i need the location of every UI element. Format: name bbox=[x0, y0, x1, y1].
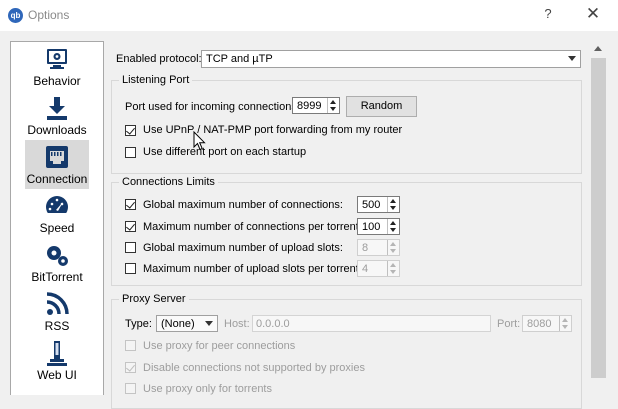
sidebar-item-label: Web UI bbox=[37, 368, 77, 382]
help-button[interactable]: ? bbox=[541, 6, 555, 21]
global-upload-slots-checkbox[interactable] bbox=[125, 242, 136, 253]
spin-down-icon bbox=[390, 228, 396, 232]
global-max-connections-spinbox[interactable]: 500 bbox=[357, 196, 400, 213]
spin-buttons[interactable] bbox=[387, 219, 399, 234]
proxy-port-label: Port: bbox=[497, 318, 521, 330]
proxy-host-value: 0.0.0.0 bbox=[256, 318, 290, 330]
spin-down-icon bbox=[390, 249, 396, 253]
sidebar-item-rss[interactable]: RSS bbox=[25, 287, 89, 336]
bittorrent-icon bbox=[47, 246, 68, 266]
port-value: 8999 bbox=[297, 100, 322, 112]
spin-down-icon bbox=[330, 107, 336, 111]
listening-port-title: Listening Port bbox=[119, 74, 193, 86]
sidebar-item-webui[interactable]: Web UI bbox=[25, 336, 89, 385]
upnp-checkbox[interactable] bbox=[125, 125, 136, 136]
proxy-type-select[interactable]: (None) bbox=[156, 315, 218, 332]
proxy-type-label: Type: bbox=[125, 318, 152, 330]
sidebar-item-label: Downloads bbox=[27, 123, 87, 137]
close-button[interactable]: ✕ bbox=[584, 4, 602, 24]
proxy-host-label: Host: bbox=[224, 318, 250, 330]
proxy-host-input[interactable]: 0.0.0.0 bbox=[252, 315, 491, 332]
spin-down-icon bbox=[390, 206, 396, 210]
connection-icon bbox=[46, 146, 68, 168]
protocol-select[interactable]: TCP and µTP bbox=[201, 50, 581, 68]
sidebar-item-downloads[interactable]: Downloads bbox=[25, 91, 89, 140]
spin-up-icon bbox=[390, 242, 396, 246]
random-port-button[interactable]: Random bbox=[346, 96, 417, 117]
qbittorrent-app-icon: qb bbox=[8, 8, 23, 23]
proxy-port-spinbox[interactable]: 8080 bbox=[522, 315, 572, 332]
scroll-thumb[interactable] bbox=[591, 58, 606, 378]
proxy-disable-unsupported-label: Disable connections not supported by pro… bbox=[143, 362, 365, 374]
chevron-down-icon bbox=[568, 56, 576, 61]
rss-icon bbox=[46, 292, 69, 315]
proxy-only-torrents-checkbox[interactable] bbox=[125, 383, 136, 394]
scroll-up-icon[interactable] bbox=[594, 46, 602, 51]
global-upload-slots-label: Global maximum number of upload slots: bbox=[143, 242, 343, 254]
spin-value: 8 bbox=[362, 242, 369, 254]
spin-value: 8080 bbox=[527, 318, 552, 330]
behavior-icon bbox=[47, 49, 67, 69]
max-connections-per-torrent-checkbox[interactable] bbox=[125, 221, 136, 232]
chevron-down-icon bbox=[205, 321, 213, 326]
sidebar-item-label: Connection bbox=[26, 172, 88, 186]
sidebar-item-bittorrent[interactable]: BitTorrent bbox=[25, 238, 89, 287]
spin-buttons[interactable] bbox=[387, 240, 399, 255]
protocol-label: Enabled protocol: bbox=[116, 53, 202, 65]
global-max-connections-label: Global maximum number of connections: bbox=[143, 199, 343, 211]
proxy-only-torrents-label: Use proxy only for torrents bbox=[143, 383, 272, 395]
downloads-icon bbox=[47, 97, 67, 120]
global-upload-slots-spinbox[interactable]: 8 bbox=[357, 239, 400, 256]
upnp-label: Use UPnP / NAT-PMP port forwarding from … bbox=[143, 124, 403, 136]
upload-slots-per-torrent-label: Maximum number of upload slots per torre… bbox=[143, 263, 362, 275]
spin-buttons[interactable] bbox=[559, 316, 571, 331]
webui-icon bbox=[47, 341, 67, 366]
spin-buttons[interactable] bbox=[387, 261, 399, 276]
global-max-connections-checkbox[interactable] bbox=[125, 199, 136, 210]
spin-up-icon bbox=[562, 318, 568, 322]
port-label: Port used for incoming connections: bbox=[125, 101, 300, 113]
different-port-label: Use different port on each startup bbox=[143, 146, 307, 158]
spin-buttons[interactable] bbox=[327, 98, 339, 113]
proxy-type-value: (None) bbox=[161, 318, 195, 330]
listening-port-spinbox[interactable]: 8999 bbox=[292, 97, 340, 114]
speed-icon bbox=[46, 196, 68, 218]
sidebar-item-speed[interactable]: Speed bbox=[25, 189, 89, 238]
options-sidebar: Behavior Downloads Connection Speed BitT… bbox=[10, 41, 104, 395]
spin-up-icon bbox=[330, 100, 336, 104]
sidebar-item-label: RSS bbox=[44, 319, 70, 333]
spin-value: 100 bbox=[362, 221, 381, 233]
proxy-peer-label: Use proxy for peer connections bbox=[143, 340, 296, 352]
sidebar-item-label: Behavior bbox=[33, 74, 81, 88]
sidebar-item-label: Speed bbox=[39, 221, 75, 235]
proxy-disable-unsupported-checkbox[interactable] bbox=[125, 362, 136, 373]
upload-slots-per-torrent-checkbox[interactable] bbox=[125, 263, 136, 274]
title-bar: qb Options ? ✕ bbox=[0, 0, 618, 31]
vertical-scrollbar[interactable] bbox=[590, 41, 607, 394]
spin-buttons[interactable] bbox=[387, 197, 399, 212]
spin-down-icon bbox=[562, 325, 568, 329]
proxy-peer-checkbox[interactable] bbox=[125, 340, 136, 351]
spin-down-icon bbox=[390, 270, 396, 274]
upload-slots-per-torrent-spinbox[interactable]: 4 bbox=[357, 260, 400, 277]
spin-up-icon bbox=[390, 199, 396, 203]
window-title: Options bbox=[28, 8, 70, 22]
sidebar-item-connection[interactable]: Connection bbox=[25, 140, 89, 189]
spin-up-icon bbox=[390, 263, 396, 267]
spin-up-icon bbox=[390, 221, 396, 225]
max-connections-per-torrent-spinbox[interactable]: 100 bbox=[357, 218, 400, 235]
max-connections-per-torrent-label: Maximum number of connections per torren… bbox=[143, 221, 362, 233]
proxy-server-title: Proxy Server bbox=[119, 293, 189, 305]
different-port-checkbox[interactable] bbox=[125, 147, 136, 158]
protocol-value: TCP and µTP bbox=[206, 53, 273, 65]
connection-limits-title: Connections Limits bbox=[119, 176, 218, 188]
spin-value: 4 bbox=[362, 263, 369, 275]
spin-value: 500 bbox=[362, 199, 381, 211]
sidebar-item-behavior[interactable]: Behavior bbox=[25, 42, 89, 91]
sidebar-item-label: BitTorrent bbox=[31, 270, 83, 284]
mouse-cursor-icon bbox=[193, 131, 206, 151]
connection-settings-panel: Enabled protocol: TCP and µTP Listening … bbox=[106, 41, 608, 409]
